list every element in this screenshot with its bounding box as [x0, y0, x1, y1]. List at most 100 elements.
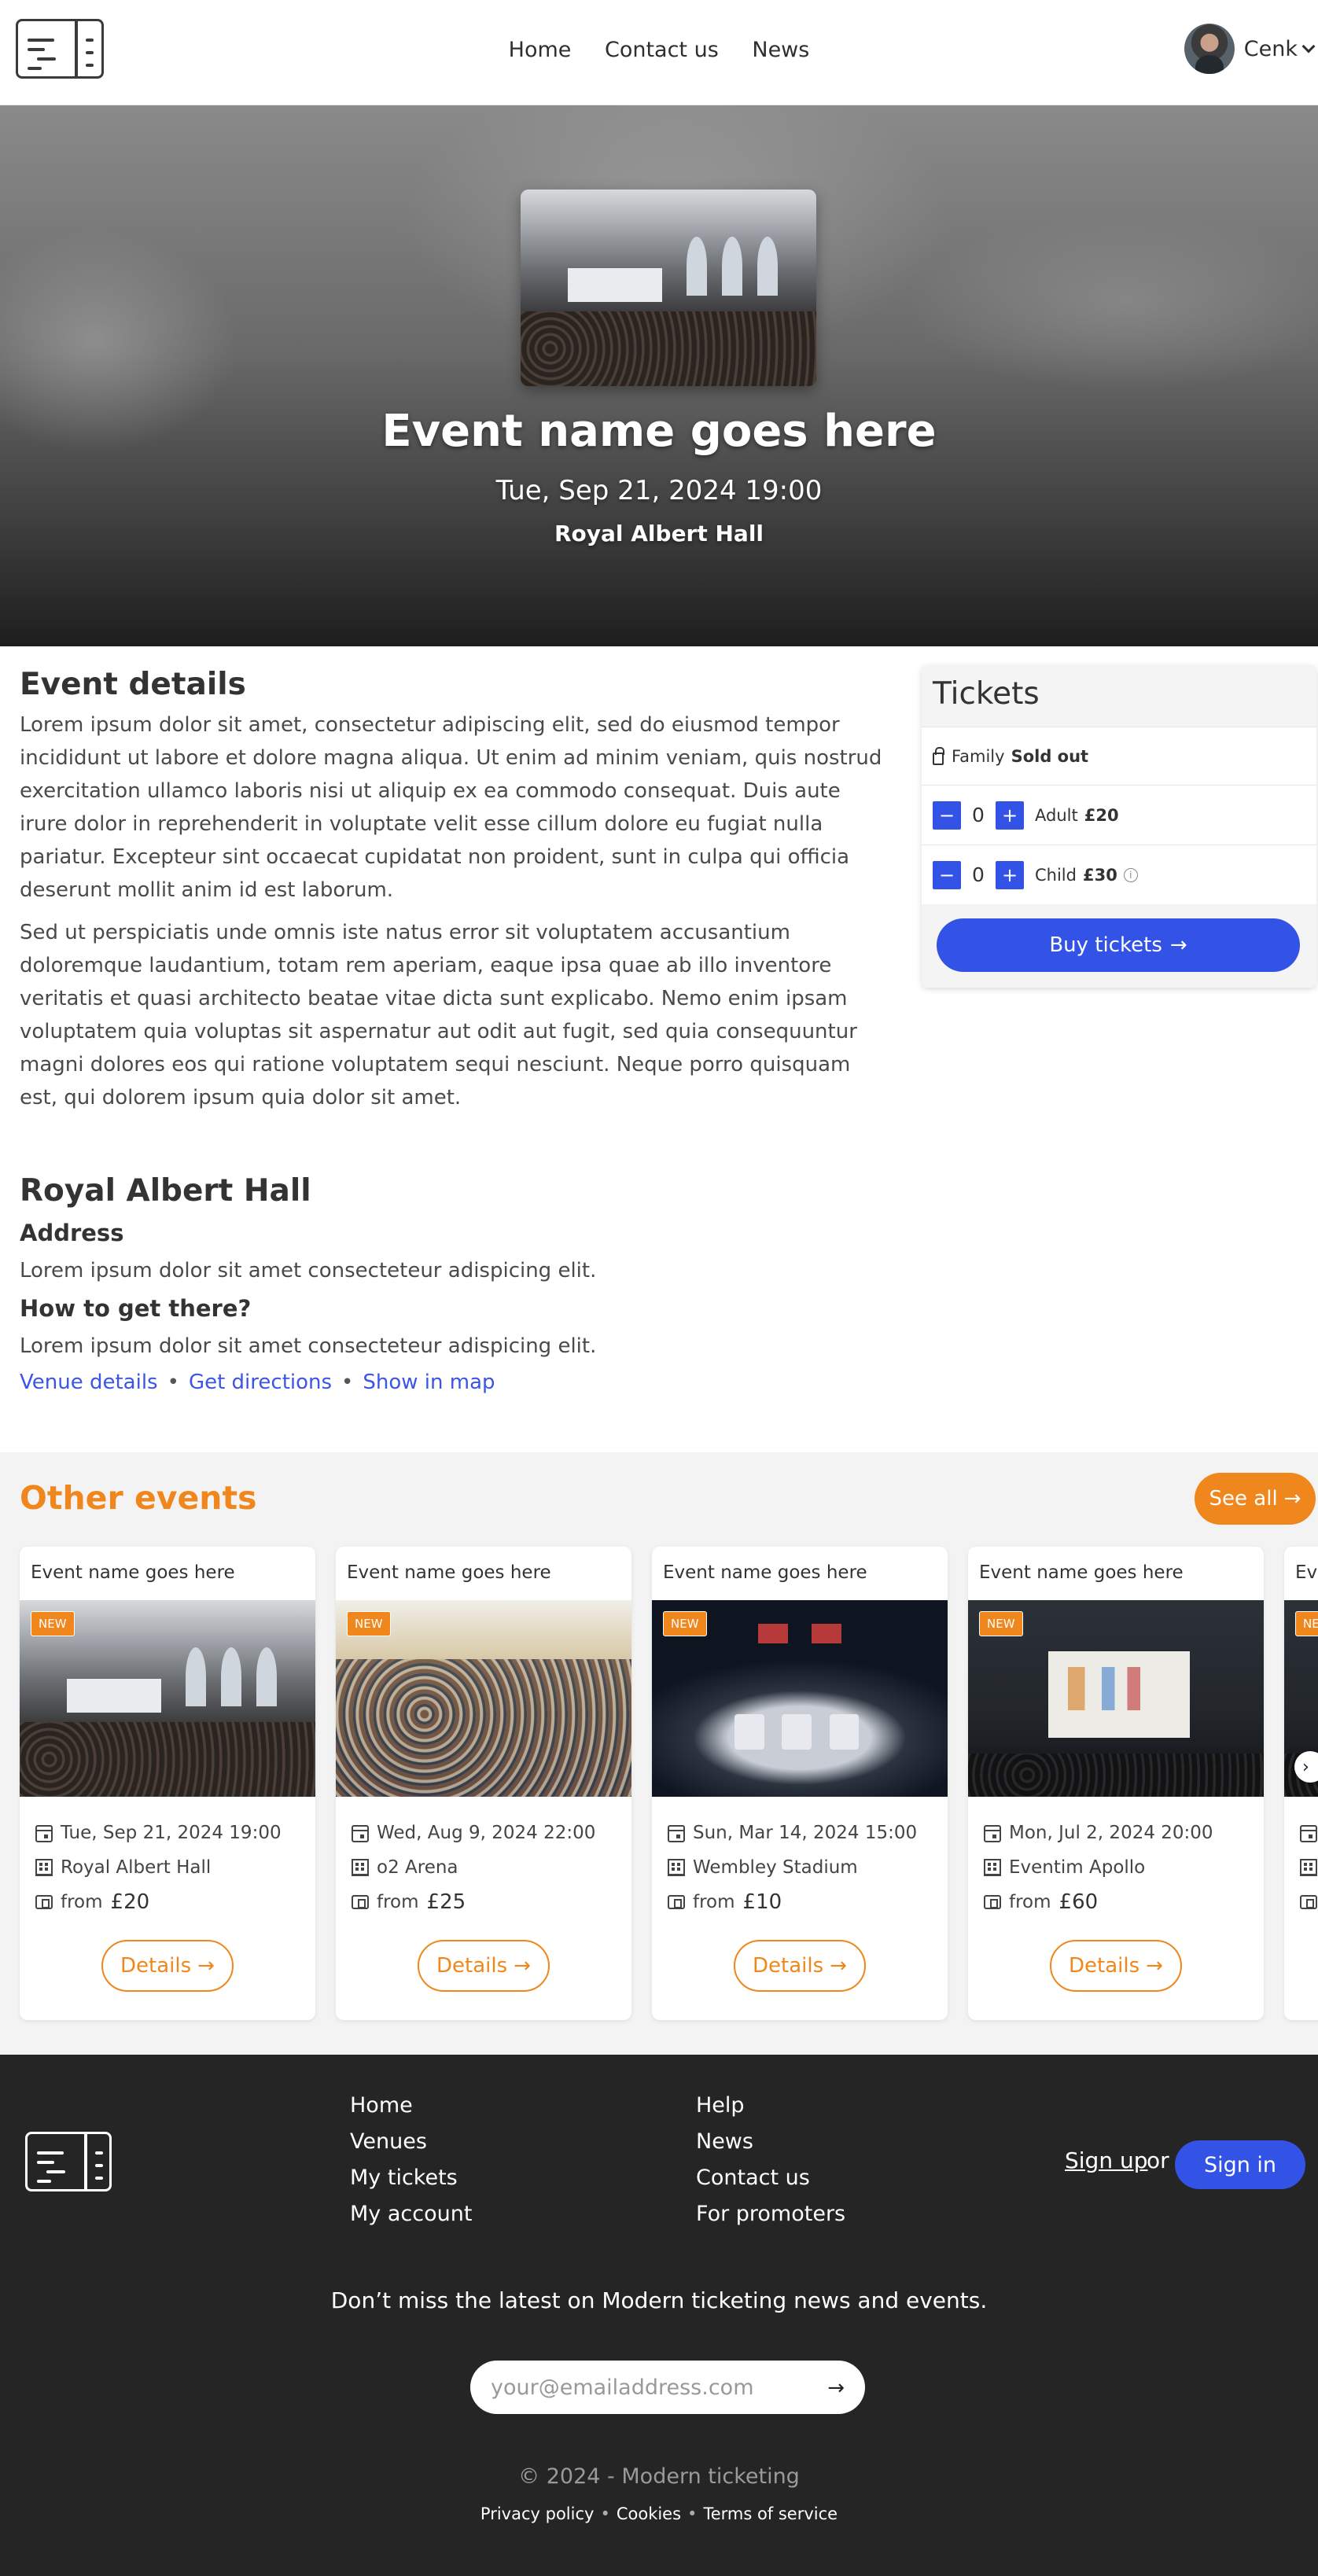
- child-quantity[interactable]: 0: [961, 863, 996, 886]
- legal-links: Privacy policy • Cookies • Terms of service: [480, 2504, 838, 2523]
- footer-link-home[interactable]: Home: [350, 2088, 472, 2124]
- ticket-type-family: Family: [952, 746, 1005, 766]
- adult-price: £20: [1084, 805, 1119, 825]
- nav-contact[interactable]: Contact us: [605, 38, 719, 62]
- ticket-icon: [1300, 1895, 1317, 1909]
- site-footer: Home Venues My tickets My account Help N…: [0, 2055, 1318, 2576]
- details-button[interactable]: Details →: [418, 1940, 550, 1992]
- event-card[interactable]: Event name goes here NEW Sun, Mar 14, 20…: [652, 1547, 948, 2020]
- new-badge: NEW: [31, 1611, 75, 1636]
- from-label: from: [693, 1892, 735, 1912]
- footer-links-secondary: Help News Contact us For promoters: [696, 2088, 845, 2232]
- arrow-right-icon[interactable]: →: [827, 2376, 845, 2400]
- event-details: Event details Lorem ipsum dolor sit amet…: [20, 667, 885, 1114]
- event-card-image[interactable]: NEW: [20, 1600, 315, 1797]
- details-label: Details: [753, 1954, 824, 1978]
- building-icon: [352, 1859, 369, 1876]
- event-card-title[interactable]: Event name goes here: [20, 1547, 315, 1600]
- event-hero: Event name goes here Tue, Sep 21, 2024 1…: [0, 105, 1318, 646]
- event-card-title[interactable]: Event name goes here: [1284, 1547, 1318, 1600]
- details-button[interactable]: Details →: [101, 1940, 234, 1992]
- event-card-image[interactable]: NEW: [336, 1600, 631, 1797]
- footer-link-contact[interactable]: Contact us: [696, 2160, 845, 2196]
- info-icon[interactable]: i: [1123, 867, 1138, 882]
- details-label: Details: [436, 1954, 508, 1978]
- user-menu[interactable]: Cenk: [1184, 24, 1318, 74]
- event-card[interactable]: Event name goes here NEW Mon, Jul 2, 202…: [968, 1547, 1264, 2020]
- venue-details-link[interactable]: Venue details: [20, 1371, 158, 1394]
- details-button[interactable]: Details →: [734, 1940, 866, 1992]
- child-price: £30: [1082, 865, 1117, 885]
- new-badge: NEW: [1295, 1611, 1318, 1636]
- see-all-button[interactable]: See all →: [1195, 1473, 1316, 1525]
- footer-link-my-tickets[interactable]: My tickets: [350, 2160, 472, 2196]
- footer-link-venues[interactable]: Venues: [350, 2124, 472, 2160]
- child-decrease-button[interactable]: −: [933, 860, 961, 889]
- ticket-icon: [984, 1895, 1001, 1909]
- copyright: © 2024 - Modern ticketing: [518, 2464, 800, 2489]
- event-card-price: £25: [426, 1890, 466, 1914]
- nav-home[interactable]: Home: [509, 38, 572, 62]
- user-name[interactable]: Cenk: [1244, 37, 1298, 61]
- event-card-date: Wed, Aug 9, 2024 22:00: [377, 1823, 596, 1843]
- event-card-meta: Sun, Mar 14, 2024 15:00 Wembley Stadium …: [668, 1816, 917, 1919]
- sign-in-button[interactable]: Sign in: [1175, 2140, 1305, 2189]
- other-events-heading: Other events: [20, 1479, 257, 1517]
- event-card[interactable]: Event name goes here NEW Tue, Sep 21, 20…: [20, 1547, 315, 2020]
- event-card-image[interactable]: NEW: [968, 1600, 1264, 1797]
- adult-decrease-button[interactable]: −: [933, 800, 961, 830]
- event-card[interactable]: Event name goes here NEW Wed, Aug 9, 202…: [336, 1547, 631, 2020]
- ticket-icon: [35, 1895, 53, 1909]
- calendar-icon: [668, 1825, 685, 1842]
- terms-link[interactable]: Terms of service: [703, 2504, 838, 2523]
- cookies-link[interactable]: Cookies: [617, 2504, 681, 2523]
- ticket-logo-icon[interactable]: [25, 2132, 112, 2191]
- lock-icon: [933, 746, 944, 765]
- chevron-down-icon[interactable]: [1301, 39, 1316, 53]
- event-card-title[interactable]: Event name goes here: [652, 1547, 948, 1600]
- event-card-venue: Wembley Stadium: [693, 1857, 858, 1878]
- event-card-price: £20: [110, 1890, 150, 1914]
- building-icon: [1300, 1859, 1317, 1876]
- calendar-icon: [352, 1825, 369, 1842]
- building-icon: [984, 1859, 1001, 1876]
- avatar[interactable]: [1184, 24, 1235, 74]
- email-placeholder: your@emailaddress.com: [491, 2375, 754, 2400]
- sold-out-label: Sold out: [1011, 746, 1089, 766]
- new-badge: NEW: [979, 1611, 1023, 1636]
- show-in-map-link[interactable]: Show in map: [363, 1371, 495, 1394]
- event-card-image[interactable]: NEW: [652, 1600, 948, 1797]
- new-badge: NEW: [347, 1611, 391, 1636]
- footer-link-promoters[interactable]: For promoters: [696, 2196, 845, 2232]
- child-increase-button[interactable]: +: [996, 860, 1024, 889]
- event-venue: Royal Albert Hall: [554, 521, 764, 546]
- footer-link-help[interactable]: Help: [696, 2088, 845, 2124]
- sign-up-link[interactable]: Sign up: [1065, 2147, 1148, 2173]
- main-nav: Home Contact us News: [0, 38, 1318, 62]
- privacy-policy-link[interactable]: Privacy policy: [480, 2504, 595, 2523]
- directions-heading: How to get there?: [20, 1295, 252, 1322]
- event-card-date: Tue, Sep 21, 2024 19:00: [61, 1823, 282, 1843]
- details-button[interactable]: Details →: [1050, 1940, 1182, 1992]
- event-card-title[interactable]: Event name goes here: [336, 1547, 631, 1600]
- footer-link-my-account[interactable]: My account: [350, 2196, 472, 2232]
- tickets-panel: Tickets Family Sold out − 0 + Adult £20 …: [922, 665, 1316, 988]
- hero-event-image: [521, 190, 816, 386]
- newsletter-email-input[interactable]: your@emailaddress.com →: [470, 2361, 865, 2414]
- get-directions-link[interactable]: Get directions: [189, 1371, 332, 1394]
- event-card-meta: [1300, 1816, 1317, 1919]
- new-badge: NEW: [663, 1611, 707, 1636]
- event-card-title[interactable]: Event name goes here: [968, 1547, 1264, 1600]
- buy-tickets-label: Buy tickets: [1049, 933, 1162, 957]
- buy-tickets-button[interactable]: Buy tickets →: [937, 918, 1300, 972]
- ticket-icon: [668, 1895, 685, 1909]
- event-card[interactable]: Event name goes here NEW: [1284, 1547, 1318, 2020]
- footer-link-news[interactable]: News: [696, 2124, 845, 2160]
- adult-quantity[interactable]: 0: [961, 804, 996, 826]
- ticket-row-child: − 0 + Child £30 i: [922, 845, 1316, 904]
- details-label: Details: [120, 1954, 192, 1978]
- site-header: Home Contact us News Cenk: [0, 0, 1318, 105]
- adult-increase-button[interactable]: +: [996, 800, 1024, 830]
- event-card-venue: o2 Arena: [377, 1857, 458, 1878]
- nav-news[interactable]: News: [752, 38, 809, 62]
